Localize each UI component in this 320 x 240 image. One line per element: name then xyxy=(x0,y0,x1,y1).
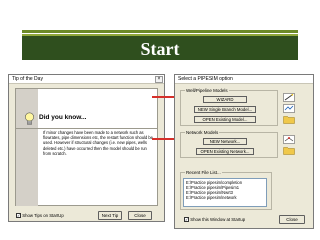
tip-footer: ✓ Show Tips on StartUp Next Tip Close xyxy=(16,211,166,221)
recent-files-group-label: Recent File List... xyxy=(185,170,222,175)
open-network-folder-icon[interactable] xyxy=(283,146,295,155)
recent-files-list[interactable]: E:\Practice pipesim\completion E:\Practi… xyxy=(183,178,267,207)
next-tip-button[interactable]: Next Tip xyxy=(98,211,122,220)
checkbox-check-icon[interactable]: ✓ xyxy=(16,213,21,219)
open-model-folder-icon[interactable] xyxy=(283,115,295,124)
open-existing-network-button[interactable]: OPEN Existing Network... xyxy=(196,148,254,155)
tip-dialog-titlebar: Tip of the Day × xyxy=(9,75,164,84)
pipesim-close-button[interactable]: Close xyxy=(279,215,305,224)
network-icon[interactable] xyxy=(283,135,295,144)
tip-sidebar xyxy=(16,89,38,206)
tip-of-the-day-dialog: Tip of the Day × Did you know... If mino… xyxy=(8,74,165,222)
tip-divider xyxy=(16,128,158,129)
pipesim-option-dialog: Select a PIPESIM option Well/Pipeline Mo… xyxy=(174,74,314,229)
checkbox-check-icon[interactable]: ✓ xyxy=(184,217,189,223)
pipesim-dialog-titlebar: Select a PIPESIM option xyxy=(175,75,313,84)
tip-dialog-title: Tip of the Day xyxy=(12,76,43,82)
tip-panel: Did you know... If minor changes have be… xyxy=(15,88,158,206)
title-banner: Start xyxy=(22,30,298,60)
network-models-group-label: Network Models xyxy=(185,130,220,135)
show-tips-checkbox[interactable]: ✓ Show Tips on StartUp xyxy=(16,213,64,219)
single-branch-icon[interactable] xyxy=(283,104,295,113)
new-network-button[interactable]: NEW Network... xyxy=(203,138,247,145)
list-item[interactable]: E:\Practice pipesim\network xyxy=(186,195,264,200)
tip-text: If minor changes have been made to a net… xyxy=(43,130,153,156)
pipesim-dialog-title: Select a PIPESIM option xyxy=(178,76,233,82)
slide-title: Start xyxy=(140,39,180,59)
wizard-icon[interactable] xyxy=(283,93,295,102)
tip-heading: Did you know... xyxy=(39,114,87,121)
tip-close-button[interactable]: Close xyxy=(128,211,152,220)
show-at-startup-label: Show this Window at Startup xyxy=(190,217,246,222)
show-at-startup-checkbox[interactable]: ✓ Show this Window at Startup xyxy=(184,217,246,223)
open-existing-model-button[interactable]: OPEN Existing Model... xyxy=(194,116,256,123)
show-tips-label: Show Tips on StartUp xyxy=(22,213,64,218)
wizard-button[interactable]: WIZARD xyxy=(203,96,247,103)
well-pipeline-group-label: Well/Pipeline Models xyxy=(185,88,229,93)
lightbulb-icon xyxy=(25,112,34,125)
new-single-branch-button[interactable]: NEW Single Branch Model... xyxy=(194,106,256,113)
tip-dialog-close-icon[interactable]: × xyxy=(155,76,163,83)
